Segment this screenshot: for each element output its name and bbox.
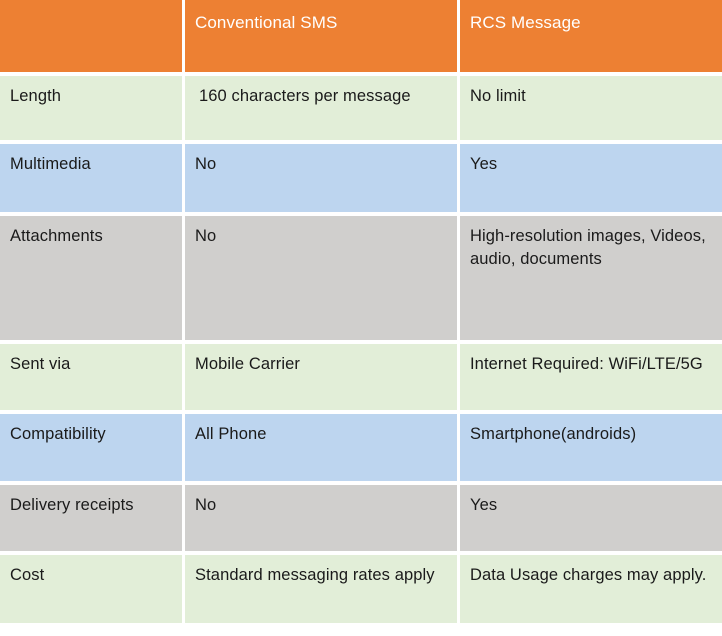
cell-rcs-sent-via: Internet Required: WiFi/LTE/5G [460, 344, 722, 414]
cell-sms-attachments: No [185, 216, 460, 344]
cell-feature-length: Length [0, 76, 185, 144]
cell-rcs-attachments: High-resolution images, Videos, audio, d… [460, 216, 722, 344]
cell-rcs-cost: Data Usage charges may apply. [460, 555, 722, 623]
table-row: Sent via Mobile Carrier Internet Require… [0, 344, 722, 414]
cell-rcs-delivery-receipts: Yes [460, 485, 722, 555]
cell-sms-compatibility: All Phone [185, 414, 460, 485]
cell-rcs-length: No limit [460, 76, 722, 144]
column-header-conventional-sms: Conventional SMS [185, 0, 460, 76]
cell-sms-sent-via: Mobile Carrier [185, 344, 460, 414]
cell-feature-cost: Cost [0, 555, 185, 623]
table-row: Length 160 characters per message No lim… [0, 76, 722, 144]
table-row: Multimedia No Yes [0, 144, 722, 216]
table-row: Delivery receipts No Yes [0, 485, 722, 555]
cell-rcs-multimedia: Yes [460, 144, 722, 216]
cell-rcs-compatibility: Smartphone(androids) [460, 414, 722, 485]
cell-sms-multimedia: No [185, 144, 460, 216]
cell-feature-delivery-receipts: Delivery receipts [0, 485, 185, 555]
table-row: Cost Standard messaging rates apply Data… [0, 555, 722, 623]
table-row: Compatibility All Phone Smartphone(andro… [0, 414, 722, 485]
sms-vs-rcs-comparison-table: Conventional SMS RCS Message Length 160 … [0, 0, 722, 623]
cell-feature-multimedia: Multimedia [0, 144, 185, 216]
column-header-feature [0, 0, 185, 76]
cell-feature-sent-via: Sent via [0, 344, 185, 414]
cell-feature-compatibility: Compatibility [0, 414, 185, 485]
column-header-rcs-message: RCS Message [460, 0, 722, 76]
cell-sms-length: 160 characters per message [185, 76, 460, 144]
table-header-row: Conventional SMS RCS Message [0, 0, 722, 76]
cell-feature-attachments: Attachments [0, 216, 185, 344]
table-row: Attachments No High-resolution images, V… [0, 216, 722, 344]
cell-sms-delivery-receipts: No [185, 485, 460, 555]
cell-sms-cost: Standard messaging rates apply [185, 555, 460, 623]
